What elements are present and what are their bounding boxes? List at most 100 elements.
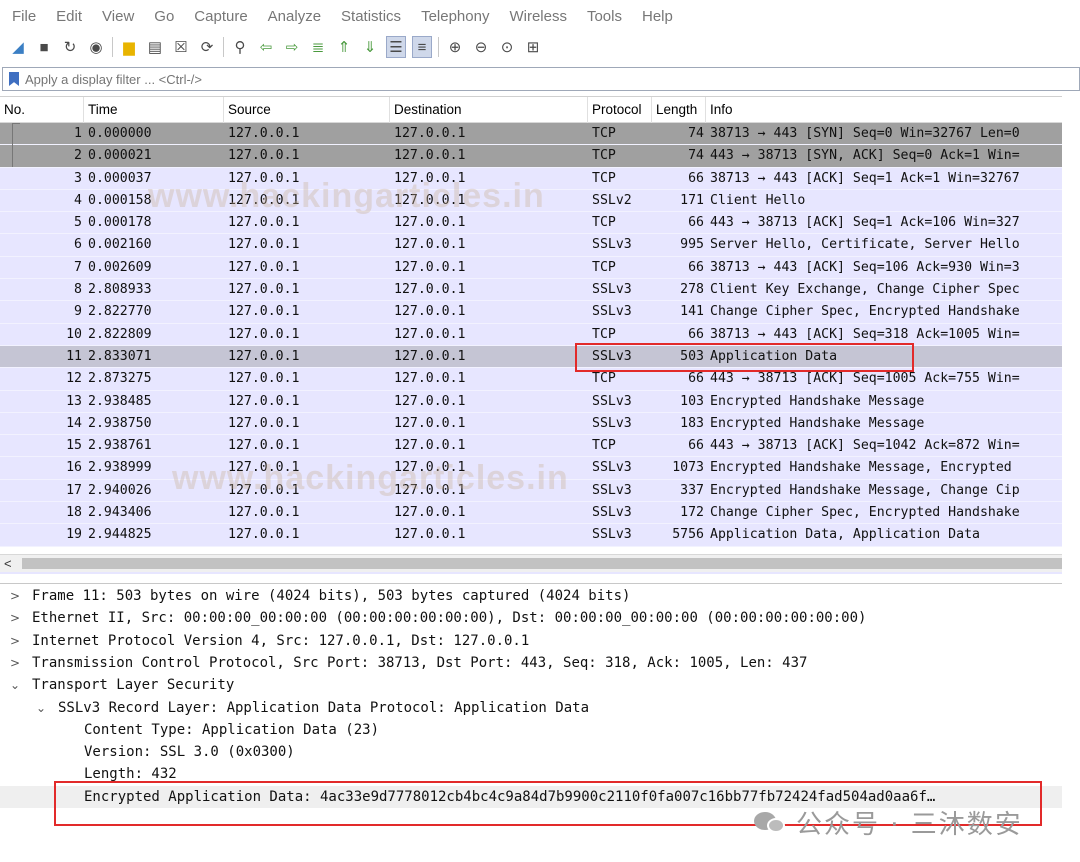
- packet-row[interactable]: 9 2.822770 127.0.0.1 127.0.0.1 SSLv3 141 Chang…: [0, 301, 1062, 324]
- detail-tree-item[interactable]: ⌄ Transport Layer Security: [0, 674, 1062, 696]
- packet-cell-no: 12: [66, 371, 82, 387]
- restart-fin-icon[interactable]: ↻: [60, 36, 80, 58]
- menu-capture[interactable]: Capture: [194, 8, 247, 25]
- menu-edit[interactable]: Edit: [56, 8, 82, 25]
- column-header-info[interactable]: Info: [706, 97, 1062, 123]
- packet-cell-no: 13: [66, 393, 82, 409]
- expand-arrow-icon[interactable]: >: [8, 607, 22, 629]
- packet-cell-src: 127.0.0.1: [228, 237, 300, 253]
- detail-tree-item[interactable]: > Ethernet II, Src: 00:00:00_00:00:00 (00…: [0, 607, 1062, 629]
- packet-row[interactable]: 8 2.808933 127.0.0.1 127.0.0.1 SSLv3 278 Clien…: [0, 279, 1062, 302]
- packet-cell-len: 66: [688, 259, 704, 275]
- packet-cell-no: 16: [66, 460, 82, 476]
- bookmark-icon[interactable]: [9, 72, 19, 86]
- zoom-in-icon[interactable]: ⊕: [445, 36, 465, 58]
- expand-arrow-icon[interactable]: >: [8, 652, 22, 674]
- packet-row[interactable]: 18 2.943406 127.0.0.1 127.0.0.1 SSLv3 172 Chan…: [0, 502, 1062, 525]
- packet-cell-time: 2.938761: [88, 438, 152, 454]
- packet-cell-len: 278: [680, 282, 704, 298]
- menu-wireless[interactable]: Wireless: [509, 8, 567, 25]
- packet-cell-dst: 127.0.0.1: [394, 393, 466, 409]
- shark-fin-start-icon[interactable]: ◢: [8, 36, 28, 58]
- last-packet-icon[interactable]: ⇓: [360, 36, 380, 58]
- detail-tree-item[interactable]: ⌄ SSLv3 Record Layer: Application Data Pr…: [0, 697, 1062, 719]
- column-header-time[interactable]: Time: [84, 97, 224, 123]
- menu-go[interactable]: Go: [154, 8, 174, 25]
- resize-columns-icon[interactable]: ⊞: [523, 36, 543, 58]
- scroll-left-arrow-icon[interactable]: <: [4, 555, 12, 572]
- packet-row[interactable]: 1 0.000000 127.0.0.1 127.0.0.1 TCP 74 38713 → …: [0, 123, 1062, 146]
- detail-tree-label: Internet Protocol Version 4, Src: 127.0.…: [32, 632, 530, 649]
- expand-arrow-icon[interactable]: >: [8, 630, 22, 652]
- packet-cell-src: 127.0.0.1: [228, 348, 300, 364]
- column-header-source[interactable]: Source: [224, 97, 390, 123]
- display-filter-input[interactable]: [25, 71, 925, 87]
- packet-cell-proto: SSLv3: [592, 527, 632, 543]
- packet-cell-src: 127.0.0.1: [228, 393, 300, 409]
- packet-cell-len: 337: [680, 482, 704, 498]
- expand-arrow-icon[interactable]: >: [8, 585, 22, 607]
- zoom-normal-icon[interactable]: ⊙: [497, 36, 517, 58]
- packet-cell-proto: TCP: [592, 215, 616, 231]
- collapse-arrow-icon[interactable]: ⌄: [34, 697, 48, 719]
- packet-cell-time: 2.938485: [88, 393, 152, 409]
- column-header-protocol[interactable]: Protocol: [588, 97, 652, 123]
- packet-cell-dst: 127.0.0.1: [394, 259, 466, 275]
- packet-cell-info: Application Data, Application Data: [710, 527, 980, 543]
- packet-list-hscrollbar[interactable]: <: [0, 554, 1062, 572]
- packet-cell-len: 172: [680, 505, 704, 521]
- menu-file[interactable]: File: [12, 8, 36, 25]
- detail-tree-item[interactable]: > Frame 11: 503 bytes on wire (4024 bits)…: [0, 585, 1062, 607]
- close-file-icon[interactable]: ☒: [171, 36, 191, 58]
- column-header-length[interactable]: Length: [652, 97, 706, 123]
- packet-row[interactable]: 7 0.002609 127.0.0.1 127.0.0.1 TCP 66 38713 → …: [0, 256, 1062, 280]
- options-gear-icon[interactable]: ◉: [86, 36, 106, 58]
- packet-cell-info: 38713 → 443 [SYN] Seq=0 Win=32767 Len=0: [710, 126, 1020, 141]
- packet-cell-len: 66: [688, 438, 704, 454]
- packet-cell-no: 17: [66, 482, 82, 498]
- packet-row[interactable]: 15 2.938761 127.0.0.1 127.0.0.1 TCP 66 443 → 3…: [0, 435, 1062, 458]
- packet-cell-no: 11: [66, 348, 82, 364]
- packet-cell-info: Change Cipher Spec, Encrypted Handshake: [710, 505, 1020, 521]
- colorize-icon[interactable]: ≡: [412, 36, 432, 58]
- packet-row[interactable]: 13 2.938485 127.0.0.1 127.0.0.1 SSLv3 103 Encr…: [0, 390, 1062, 413]
- detail-tree-item[interactable]: Version: SSL 3.0 (0x0300): [0, 741, 1062, 763]
- autoscroll-icon[interactable]: ☰: [386, 36, 406, 58]
- packet-cell-proto: TCP: [592, 438, 616, 454]
- packet-cell-time: 2.808933: [88, 282, 152, 298]
- scroll-thumb[interactable]: [22, 558, 1062, 569]
- detail-tree-item[interactable]: > Transmission Control Protocol, Src Port…: [0, 652, 1062, 674]
- detail-tree-item[interactable]: Content Type: Application Data (23): [0, 719, 1062, 741]
- packet-cell-info: Client Key Exchange, Change Cipher Spec: [710, 282, 1020, 298]
- packet-cell-no: 14: [66, 415, 82, 431]
- column-header-no[interactable]: No.: [0, 97, 84, 123]
- menu-help[interactable]: Help: [642, 8, 673, 25]
- go-to-packet-icon[interactable]: ≣: [308, 36, 328, 58]
- reload-file-icon[interactable]: ⟳: [197, 36, 217, 58]
- go-forward-arrow-icon[interactable]: ⇨: [282, 36, 302, 58]
- packet-row[interactable]: 19 2.944825 127.0.0.1 127.0.0.1 SSLv3 5756 App…: [0, 524, 1062, 547]
- menu-statistics[interactable]: Statistics: [341, 8, 401, 25]
- packet-row[interactable]: 6 0.002160 127.0.0.1 127.0.0.1 SSLv3 995 Serve…: [0, 234, 1062, 257]
- packet-row[interactable]: 14 2.938750 127.0.0.1 127.0.0.1 SSLv3 183 Encr…: [0, 412, 1062, 436]
- menu-analyze[interactable]: Analyze: [268, 8, 321, 25]
- packet-cell-len: 995: [680, 237, 704, 253]
- menu-bar: File Edit View Go Capture Analyze Statis…: [0, 0, 1080, 32]
- go-back-arrow-icon[interactable]: ⇦: [256, 36, 276, 58]
- wechat-logo-icon: [754, 810, 788, 836]
- packet-row[interactable]: 2 0.000021 127.0.0.1 127.0.0.1 TCP 74 443 → 38…: [0, 145, 1062, 168]
- stop-square-icon[interactable]: ■: [34, 36, 54, 58]
- packet-cell-dst: 127.0.0.1: [394, 415, 466, 431]
- find-magnifier-icon[interactable]: ⚲: [230, 36, 250, 58]
- first-packet-icon[interactable]: ⇑: [334, 36, 354, 58]
- menu-telephony[interactable]: Telephony: [421, 8, 489, 25]
- collapse-arrow-icon[interactable]: ⌄: [8, 674, 22, 696]
- detail-tree-item[interactable]: > Internet Protocol Version 4, Src: 127.0…: [0, 630, 1062, 652]
- zoom-out-icon[interactable]: ⊖: [471, 36, 491, 58]
- save-file-icon[interactable]: ▤: [145, 36, 165, 58]
- column-header-destination[interactable]: Destination: [390, 97, 588, 123]
- detail-tree-label: Content Type: Application Data (23): [84, 721, 380, 738]
- menu-tools[interactable]: Tools: [587, 8, 622, 25]
- menu-view[interactable]: View: [102, 8, 134, 25]
- open-folder-icon[interactable]: ▆: [119, 36, 139, 58]
